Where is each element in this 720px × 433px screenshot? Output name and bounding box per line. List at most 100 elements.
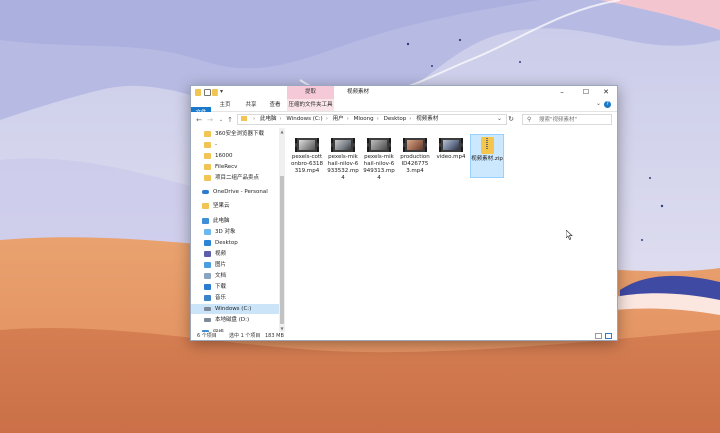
tab-home[interactable]: 主页 (215, 99, 235, 111)
nav-item-pictures[interactable]: 图片 (201, 260, 279, 270)
forward-arrow-icon[interactable]: → (205, 115, 215, 125)
nav-item-nutstore[interactable]: 坚果云 (199, 201, 279, 211)
file-item-selected[interactable]: 视频素材.zip (470, 134, 504, 178)
chevron-right-icon: › (376, 116, 379, 122)
scroll-up-icon[interactable]: ▲ (279, 129, 285, 134)
nav-item-dash[interactable]: - (201, 140, 279, 150)
window-title: 视频素材 (347, 89, 370, 95)
drive-icon (204, 318, 211, 322)
folder-icon (204, 142, 211, 148)
folder-icon (204, 164, 211, 170)
breadcrumb-drive-c[interactable]: Windows (C:) (286, 116, 322, 122)
ribbon: 文件 主页 共享 查看 压缩的文件夹工具 ⌄ ? (191, 99, 617, 119)
zip-archive-icon (480, 137, 494, 154)
file-item[interactable]: video.mp4 (435, 136, 467, 161)
tab-compressed-folder-tools[interactable]: 压缩的文件夹工具 (287, 99, 334, 111)
folder-icon (204, 131, 211, 137)
status-bar: 6 个项目 选中 1 个项目 183 MB (191, 332, 617, 341)
back-arrow-icon[interactable]: ← (194, 115, 204, 125)
nav-item-downloads[interactable]: 下载 (201, 282, 279, 292)
file-name: production ID4267753.mp4 (400, 154, 430, 174)
nav-item-drive-c[interactable]: Windows (C:) (191, 304, 279, 314)
search-icon: ⚲ (527, 116, 532, 123)
file-name: 视频素材.zip (471, 156, 503, 162)
cube-icon (204, 229, 211, 235)
nav-scrollbar[interactable]: ▲ ▼ (279, 128, 285, 332)
breadcrumb-users[interactable]: 用户 (333, 116, 344, 122)
file-item[interactable]: production ID4267753.mp4 (399, 136, 431, 175)
quick-access-dropdown-icon[interactable]: ▾ (220, 88, 223, 95)
nav-item-documents[interactable]: 文档 (201, 271, 279, 281)
nav-item-16000[interactable]: 16000 (201, 151, 279, 161)
nav-item-drive-d[interactable]: 本地磁盘 (D:) (201, 315, 279, 325)
nav-item-this-pc[interactable]: 此电脑 (199, 216, 279, 226)
pictures-icon (204, 262, 211, 268)
scroll-down-icon[interactable]: ▼ (279, 326, 285, 331)
video-thumbnail-icon (367, 138, 391, 152)
chevron-right-icon: › (346, 116, 349, 122)
file-name: pexels-mikhail-nilov-6933532.mp4 (327, 154, 359, 181)
details-view-icon[interactable] (595, 333, 602, 339)
nav-item-music[interactable]: 音乐 (201, 293, 279, 303)
breadcrumb-current-folder[interactable]: 视频素材 (416, 116, 438, 122)
divider (217, 89, 218, 96)
file-name: pexels-cottonbro-6318319.mp4 (291, 154, 323, 174)
title-bar[interactable]: ▾ 提取 视频素材 – ☐ ✕ (191, 86, 617, 99)
tab-share[interactable]: 共享 (241, 99, 261, 111)
selected-count: 选中 1 个项目 (229, 333, 261, 339)
close-button[interactable]: ✕ (595, 86, 617, 99)
minimize-button[interactable]: – (551, 86, 573, 99)
file-name: video.mp4 (436, 154, 466, 160)
large-icons-view-icon[interactable] (605, 333, 612, 339)
selected-size: 183 MB (265, 333, 284, 339)
breadcrumb-desktop[interactable]: Desktop (384, 116, 407, 122)
video-thumbnail-icon (403, 138, 427, 152)
item-count: 6 个项目 (197, 333, 217, 339)
breadcrumb-this-pc[interactable]: 此电脑 (260, 116, 277, 122)
video-thumbnail-icon (439, 138, 463, 152)
tab-view[interactable]: 查看 (265, 99, 285, 111)
properties-icon[interactable] (204, 89, 211, 96)
cloud-icon (202, 190, 209, 194)
search-box[interactable]: ⚲ (522, 114, 612, 125)
chevron-right-icon: › (409, 116, 412, 122)
nav-item-3d-objects[interactable]: 3D 对象 (201, 227, 279, 237)
maximize-button[interactable]: ☐ (575, 86, 597, 99)
scrollbar-thumb[interactable] (280, 176, 284, 324)
drive-icon (204, 307, 211, 311)
file-item[interactable]: pexels-mikhail-nilov-6933532.mp4 (327, 136, 359, 182)
navigation-pane: 360安全浏览器下载 - 16000 FileRecv 项目二组产品卖点 One… (191, 128, 285, 332)
desktop-icon (204, 240, 211, 246)
video-thumbnail-icon (331, 138, 355, 152)
music-icon (204, 295, 211, 301)
download-icon (204, 284, 211, 290)
nav-item-filerecv[interactable]: FileRecv (201, 162, 279, 172)
folder-icon (195, 89, 201, 96)
file-explorer-window: ▾ 提取 视频素材 – ☐ ✕ 文件 主页 共享 查看 压缩的文件夹工具 ⌄ ?… (190, 85, 618, 341)
refresh-icon[interactable]: ↻ (507, 115, 515, 123)
file-item[interactable]: pexels-cottonbro-6318319.mp4 (291, 136, 323, 175)
nav-item-browser-downloads[interactable]: 360安全浏览器下载 (201, 129, 279, 139)
folder-icon (204, 175, 211, 181)
search-input[interactable] (539, 115, 609, 124)
folder-icon (241, 116, 247, 121)
nav-item-onedrive[interactable]: OneDrive - Personal (199, 187, 279, 197)
address-bar[interactable]: › 此电脑 › Windows (C:) › 用户 › Mloong › Desktop… (237, 114, 507, 125)
documents-icon (204, 273, 211, 279)
nutstore-icon (202, 203, 209, 209)
chevron-right-icon: › (253, 116, 256, 122)
folder-icon (204, 153, 211, 159)
nav-item-videos[interactable]: 视频 (201, 249, 279, 259)
nav-item-desktop[interactable]: Desktop (201, 238, 279, 248)
nav-item-project-folder[interactable]: 项目二组产品卖点 (201, 173, 279, 183)
chevron-right-icon: › (325, 116, 328, 122)
up-arrow-icon[interactable]: ↑ (225, 115, 235, 125)
breadcrumb-user[interactable]: Mloong (354, 116, 374, 122)
computer-icon (202, 218, 209, 224)
address-dropdown-icon[interactable]: ⌄ (497, 115, 502, 122)
file-item[interactable]: pexels-mikhail-nilov-6949313.mp4 (363, 136, 395, 182)
video-icon (204, 251, 211, 257)
help-icon[interactable]: ? (604, 101, 611, 108)
chevron-down-icon[interactable]: ⌄ (596, 100, 601, 107)
context-tab-extract[interactable]: 提取 (287, 86, 334, 99)
